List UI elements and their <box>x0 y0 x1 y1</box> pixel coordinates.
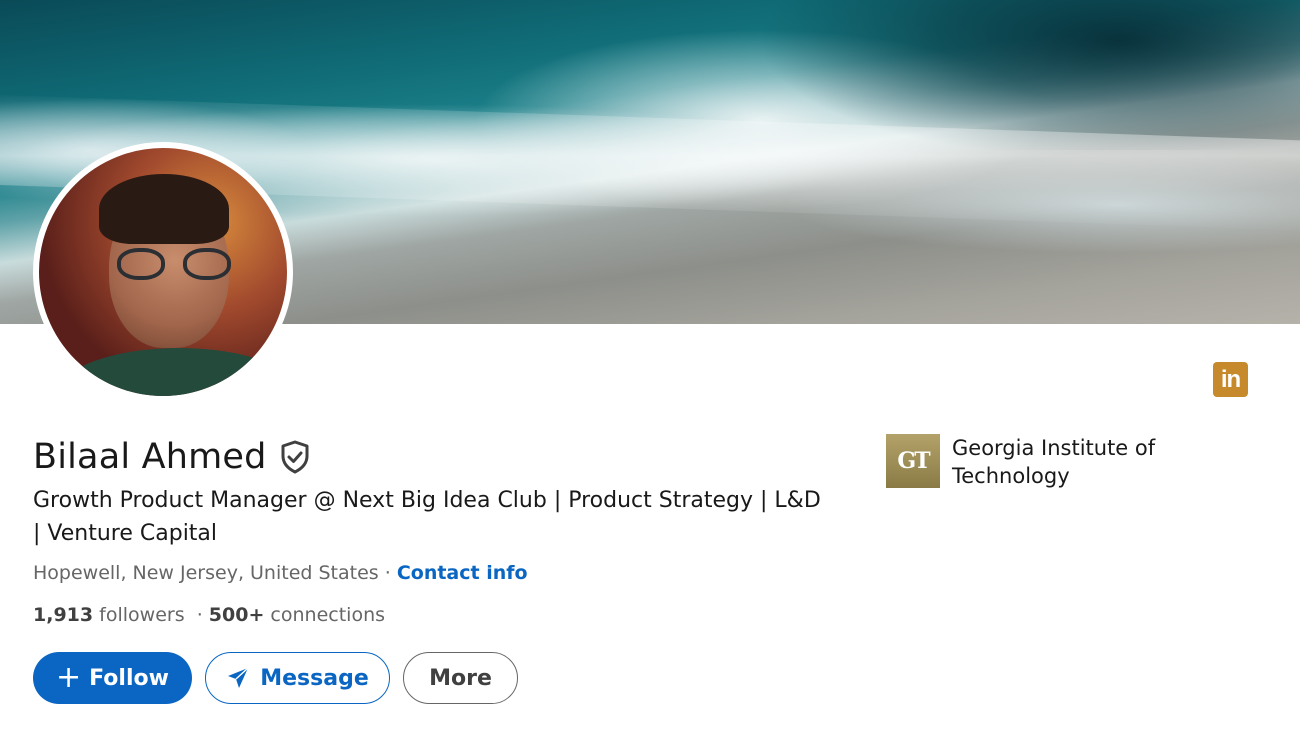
follow-button[interactable]: + Follow <box>33 652 192 704</box>
profile-avatar[interactable] <box>33 142 293 402</box>
more-button[interactable]: More <box>403 652 518 704</box>
profile-name: Bilaal Ahmed <box>33 437 267 477</box>
verified-shield-icon[interactable] <box>279 440 311 474</box>
avatar-hair <box>99 174 229 244</box>
message-button[interactable]: Message <box>205 652 390 704</box>
separator-dot: · <box>384 562 391 584</box>
followers-label: followers <box>99 604 185 626</box>
location-row: Hopewell, New Jersey, United States · Co… <box>33 562 528 584</box>
message-button-label: Message <box>260 665 369 691</box>
connections-label: connections <box>270 604 386 626</box>
profile-headline: Growth Product Manager @ Next Big Idea C… <box>33 488 821 546</box>
profile-location: Hopewell, New Jersey, United States <box>33 562 379 584</box>
follow-button-label: Follow <box>89 665 169 691</box>
linkedin-icon[interactable]: in <box>1213 362 1248 397</box>
send-icon <box>228 667 249 688</box>
separator-dot: · <box>196 604 203 626</box>
name-row: Bilaal Ahmed <box>33 437 311 477</box>
school-name: Georgia Institute of Technology <box>952 436 1156 488</box>
connections-count: 500+ <box>208 604 265 626</box>
avatar-shirt <box>59 348 287 396</box>
plus-icon: + <box>56 660 82 695</box>
followers-count: 1,913 <box>33 604 94 626</box>
avatar-glasses <box>117 248 237 280</box>
georgia-tech-logo: GT <box>886 434 940 488</box>
contact-info-link[interactable]: Contact info <box>397 562 528 584</box>
stats-row: 1,913 followers · 500+ connections <box>33 604 385 626</box>
more-button-label: More <box>429 665 492 691</box>
education-entry[interactable]: GT Georgia Institute of Technology <box>886 434 1192 490</box>
